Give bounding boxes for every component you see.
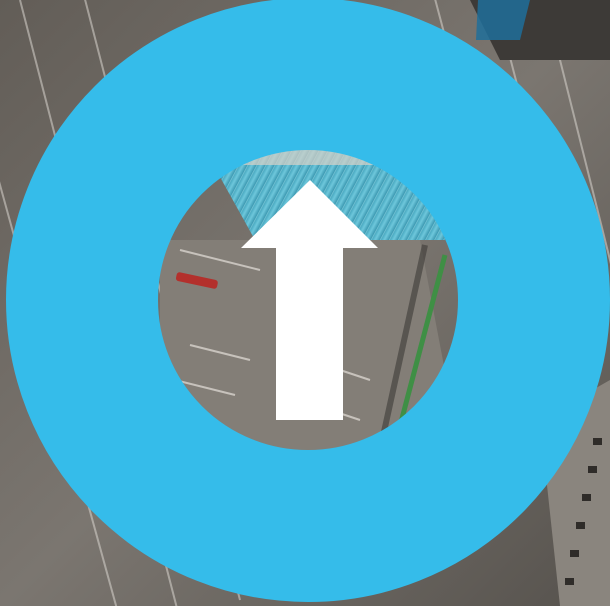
map-viewport[interactable]: [0, 0, 610, 606]
satellite-map[interactable]: [0, 0, 610, 606]
heading-indicator[interactable]: [6, 0, 610, 602]
